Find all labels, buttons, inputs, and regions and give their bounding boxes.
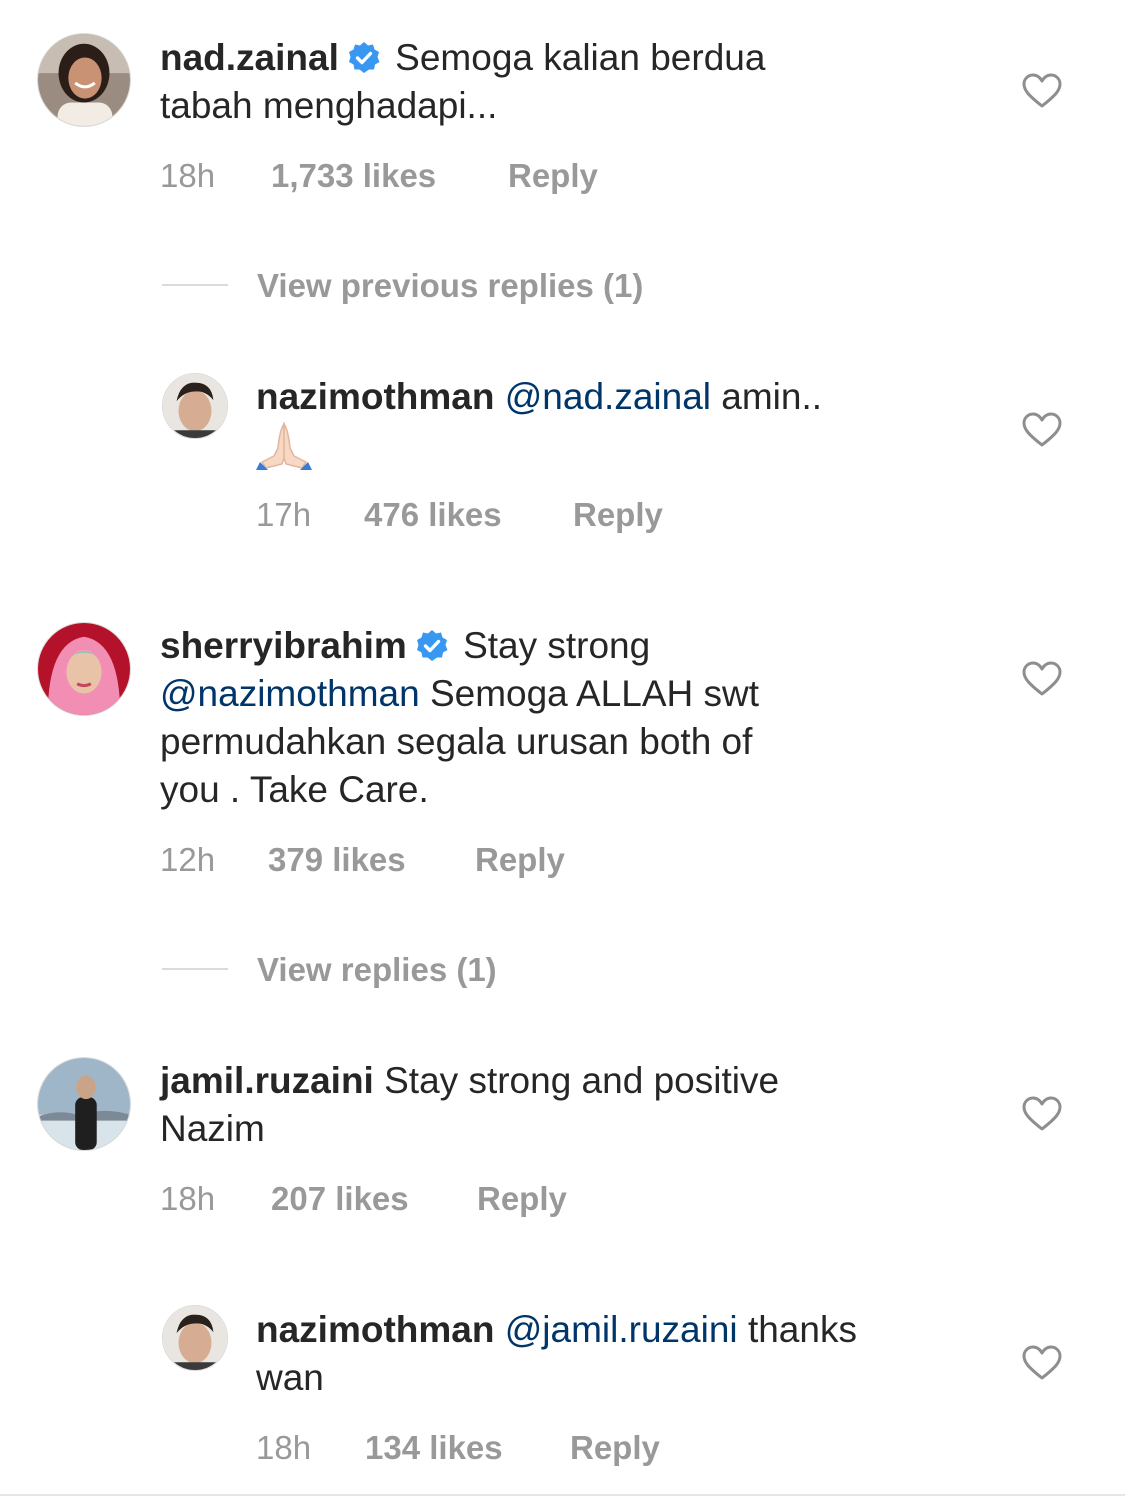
reply-button[interactable]: Reply — [573, 495, 663, 535]
heart-outline-icon[interactable] — [1022, 412, 1062, 448]
comment-likes[interactable]: 379 likes — [268, 840, 406, 880]
reply-button[interactable]: Reply — [570, 1428, 660, 1468]
reply-text: amin.. — [721, 376, 823, 417]
avatar-jamil-ruzaini-image — [38, 1058, 130, 1150]
avatar-nazimothman-image — [163, 1306, 227, 1370]
comment-text-line4: you . Take Care. — [160, 769, 429, 810]
verified-badge-icon — [347, 39, 381, 73]
avatar-sherryibrahim-image — [38, 623, 130, 715]
comment-mention[interactable]: @nazimothman — [160, 673, 420, 714]
reply-mention[interactable]: @jamil.ruzaini — [505, 1309, 738, 1350]
view-replies-button[interactable]: View replies (1) — [257, 950, 497, 990]
heart-outline-icon[interactable] — [1022, 73, 1062, 109]
reply-text-line2: wan — [256, 1357, 324, 1398]
comment-text-line1: Semoga kalian berdua — [395, 37, 766, 78]
comment-username[interactable]: jamil.ruzaini — [160, 1060, 374, 1101]
avatar-nazimothman[interactable] — [162, 373, 228, 439]
comment-text-line2: Nazim — [160, 1108, 265, 1149]
reply-button[interactable]: Reply — [508, 156, 598, 196]
reply-mention[interactable]: @nad.zainal — [505, 376, 711, 417]
reply-likes[interactable]: 476 likes — [364, 495, 502, 535]
comment-text-line2: tabah menghadapi... — [160, 85, 498, 126]
reply-meta: 17h 476 likes Reply — [256, 495, 856, 535]
comment-text-line1: Stay strong — [463, 625, 651, 666]
comment-username[interactable]: sherryibrahim — [160, 625, 407, 666]
reply-button[interactable]: Reply — [477, 1179, 567, 1219]
reply-body: nazimothman @nad.zainal amin.. — [256, 373, 976, 421]
heart-outline-icon[interactable] — [1022, 1096, 1062, 1132]
verified-badge-icon — [415, 627, 449, 661]
comment-body: sherryibrahim Stay strong @nazimothman S… — [160, 622, 960, 814]
comment-likes[interactable]: 207 likes — [271, 1179, 409, 1219]
reply-text-line1: thanks — [747, 1309, 857, 1350]
avatar-sherryibrahim[interactable] — [37, 622, 131, 716]
avatar-nad-zainal[interactable] — [37, 33, 131, 127]
comment-text-line2: Semoga ALLAH swt — [429, 673, 760, 714]
comment-username[interactable]: nad.zainal — [160, 37, 339, 78]
comment-text-line1: Stay strong and positive — [384, 1060, 780, 1101]
comment-meta: 18h 1,733 likes Reply — [160, 156, 860, 196]
comment-time: 18h — [160, 157, 216, 194]
reply-body: nazimothman @jamil.ruzaini thanks wan — [256, 1306, 996, 1402]
comment-meta: 12h 379 likes Reply — [160, 840, 860, 880]
comment-body: nad.zainal Semoga kalian berdua tabah me… — [160, 34, 960, 130]
heart-outline-icon[interactable] — [1022, 1345, 1062, 1381]
reply-button[interactable]: Reply — [475, 840, 565, 880]
reply-time: 18h — [256, 1429, 312, 1466]
avatar-nad-zainal-image — [38, 34, 130, 126]
reply-username[interactable]: nazimothman — [256, 1309, 494, 1350]
reply-username[interactable]: nazimothman — [256, 376, 494, 417]
folded-hands-emoji-icon — [256, 421, 312, 470]
divider-line — [162, 284, 228, 286]
comment-time: 18h — [160, 1180, 216, 1217]
comment-time: 12h — [160, 841, 216, 878]
reply-likes[interactable]: 134 likes — [365, 1428, 503, 1468]
comment-likes[interactable]: 1,733 likes — [271, 156, 436, 196]
reply-meta: 18h 134 likes Reply — [256, 1428, 856, 1468]
comment-meta: 18h 207 likes Reply — [160, 1179, 860, 1219]
bottom-divider — [0, 1494, 1125, 1496]
heart-outline-icon[interactable] — [1022, 661, 1062, 697]
view-previous-replies-button[interactable]: View previous replies (1) — [257, 266, 643, 306]
comment-body: jamil.ruzaini Stay strong and positive N… — [160, 1057, 960, 1153]
avatar-nazimothman[interactable] — [162, 1305, 228, 1371]
avatar-jamil-ruzaini[interactable] — [37, 1057, 131, 1151]
comment-text-line3: permudahkan segala urusan both of — [160, 721, 753, 762]
reply-time: 17h — [256, 496, 312, 533]
avatar-nazimothman-image — [163, 374, 227, 438]
divider-line — [162, 968, 228, 970]
